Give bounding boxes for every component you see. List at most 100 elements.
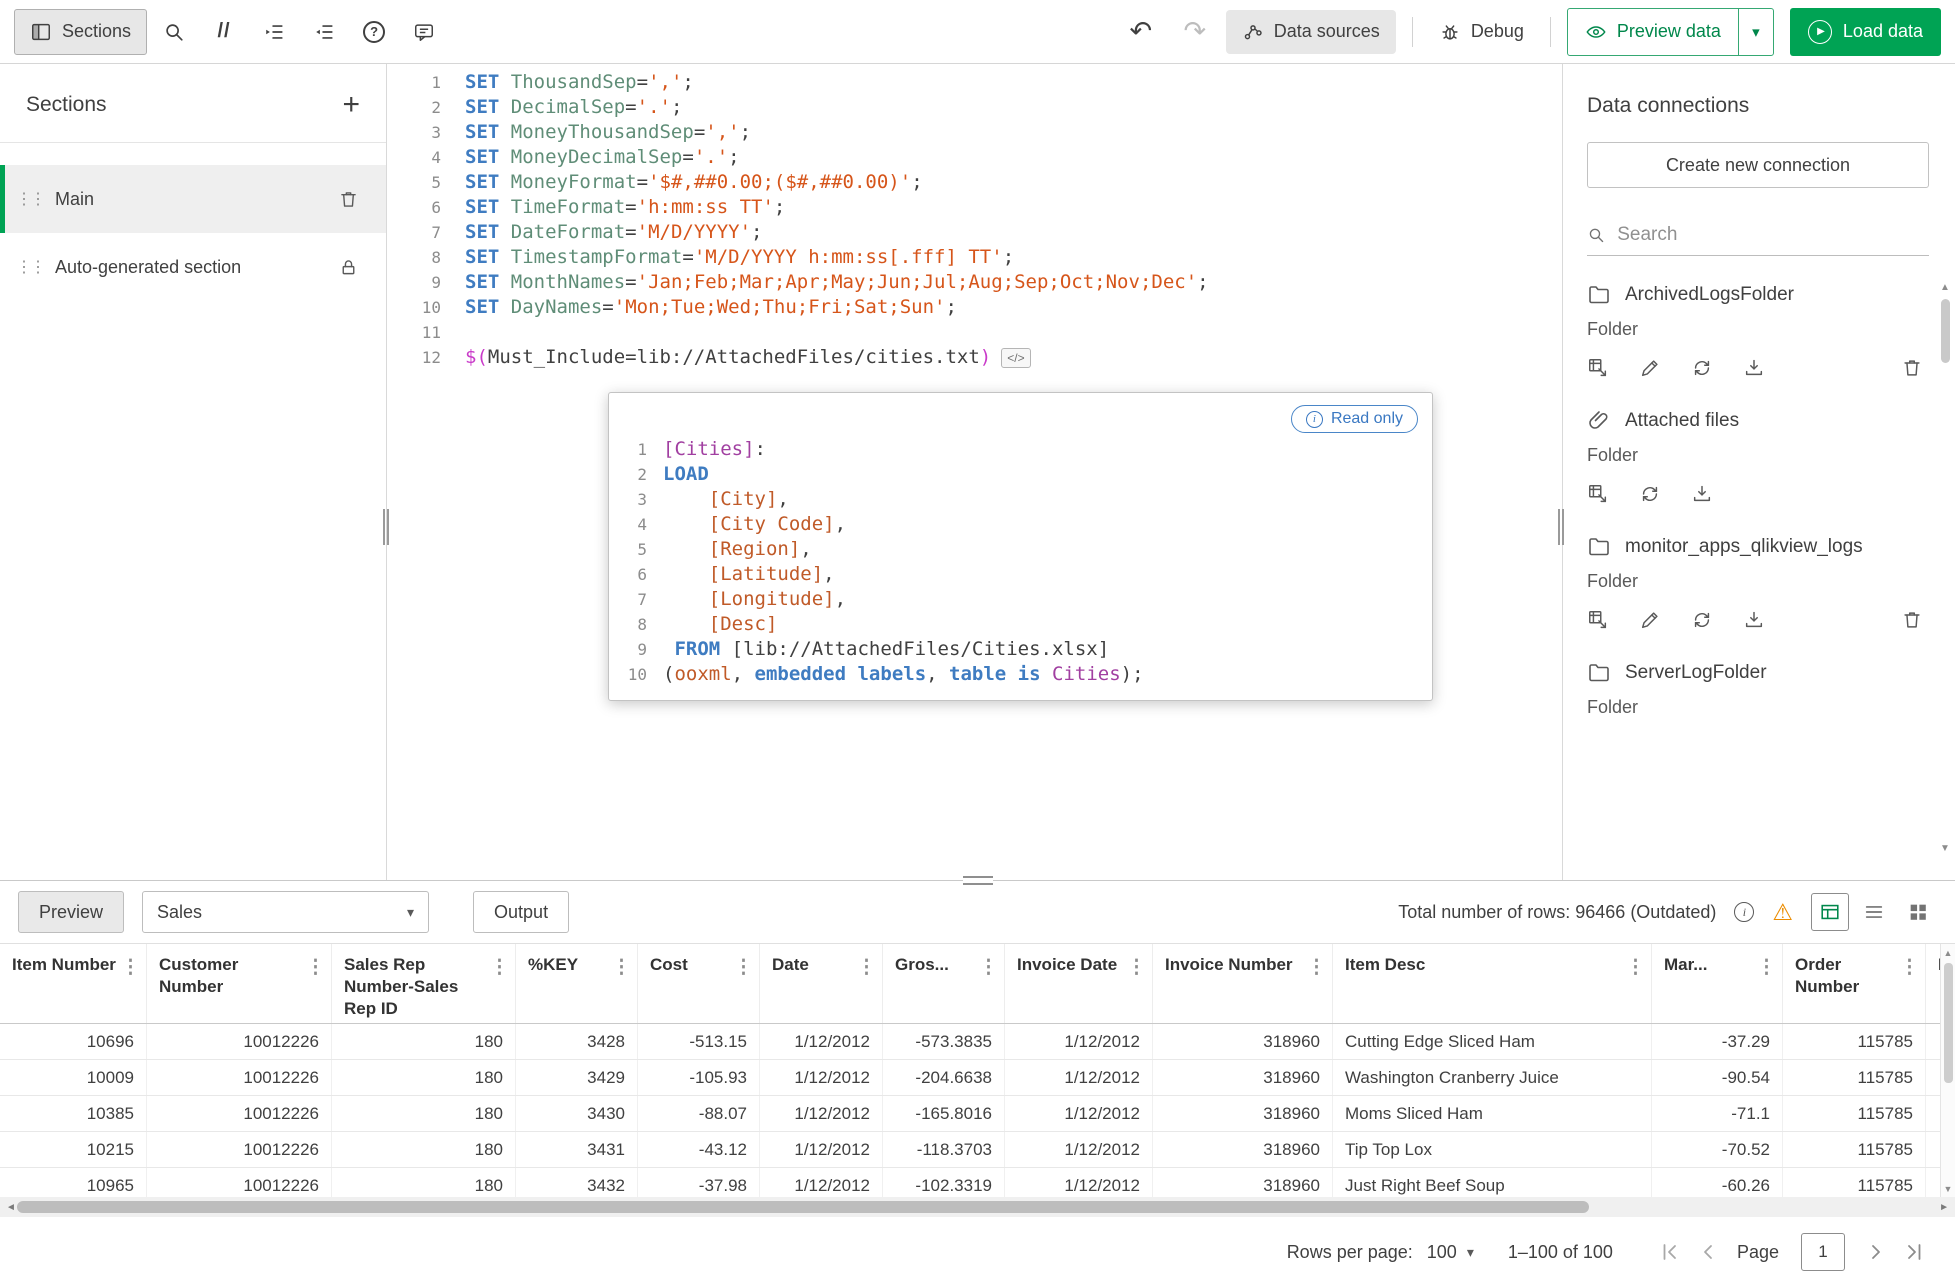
scrollbar-thumb[interactable]	[17, 1201, 1589, 1213]
rows-per-page-select[interactable]: 100 ▾	[1427, 1242, 1474, 1263]
table-row[interactable]: 10696 10012226 180 3428 -513.15 1/12/2012 -573…	[0, 1024, 1955, 1060]
connection-name[interactable]: Attached files	[1625, 406, 1739, 435]
scrollbar-thumb[interactable]	[1940, 299, 1950, 363]
lock-button[interactable]	[338, 255, 362, 279]
table-row[interactable]: 10385 10012226 180 3430 -88.07 1/12/2012 -165.…	[0, 1096, 1955, 1132]
column-menu-icon[interactable]: ⋮	[1900, 956, 1919, 979]
edit-button[interactable]	[1639, 356, 1663, 380]
delete-button[interactable]	[1901, 356, 1925, 380]
column-menu-icon[interactable]: ⋮	[979, 956, 998, 979]
right-splitter-handle[interactable]	[1558, 509, 1564, 545]
scroll-left-icon[interactable]: ◄	[6, 1202, 16, 1213]
column-menu-icon[interactable]: ⋮	[306, 956, 325, 979]
connection-item[interactable]: ArchivedLogsFolder Folder	[1587, 280, 1929, 380]
card-view-button[interactable]	[1899, 893, 1937, 931]
column-header[interactable]: Sales Rep Number-Sales Rep ID ⋮	[332, 944, 516, 1023]
drag-handle-icon[interactable]: ⋮⋮	[5, 257, 55, 277]
load-button[interactable]	[1743, 356, 1767, 380]
table-horizontal-scrollbar[interactable]: ◄ ►	[0, 1197, 1955, 1217]
next-page-button[interactable]	[1861, 1237, 1891, 1267]
column-menu-icon[interactable]: ⋮	[1757, 956, 1776, 979]
table-row[interactable]: 10215 10012226 180 3431 -43.12 1/12/2012 -118.…	[0, 1132, 1955, 1168]
column-menu-icon[interactable]: ⋮	[1626, 956, 1645, 979]
column-menu-icon[interactable]: ⋮	[1307, 956, 1326, 979]
table-row[interactable]: 10965 10012226 180 3432 -37.98 1/12/2012 -102.…	[0, 1168, 1955, 1197]
preview-tab-button[interactable]: Preview	[18, 891, 125, 933]
edit-button[interactable]	[1639, 608, 1663, 632]
drag-handle-icon[interactable]: ⋮⋮	[5, 189, 55, 209]
column-header[interactable]: Item Desc ⋮	[1333, 944, 1652, 1023]
delete-button[interactable]	[1901, 608, 1925, 632]
code-line[interactable]: 2 LOAD	[609, 462, 1432, 487]
table-row[interactable]: 10009 10012226 180 3429 -105.93 1/12/2012 -204…	[0, 1060, 1955, 1096]
table-select[interactable]: Sales ▾	[142, 891, 430, 933]
first-page-button[interactable]	[1655, 1237, 1685, 1267]
page-input[interactable]	[1801, 1233, 1845, 1271]
horizontal-splitter-handle[interactable]	[962, 876, 993, 885]
list-view-button[interactable]	[1855, 893, 1893, 931]
load-button[interactable]	[1691, 482, 1715, 506]
code-line[interactable]: 8 [Desc]	[609, 612, 1432, 637]
output-tab-button[interactable]: Output	[473, 891, 570, 933]
connection-item[interactable]: ServerLogFolder Folder	[1587, 658, 1929, 718]
warning-icon[interactable]: ⚠	[1772, 900, 1793, 924]
info-icon[interactable]: i	[1734, 902, 1755, 922]
column-header[interactable]: Order Number ⋮	[1783, 944, 1926, 1023]
connections-search-input[interactable]	[1617, 223, 1929, 246]
search-button[interactable]	[151, 9, 197, 55]
debug-button[interactable]: Debug	[1429, 10, 1534, 54]
expression-icon[interactable]: </>	[1001, 347, 1031, 368]
connections-scrollbar[interactable]: ▲ ▼	[1938, 282, 1952, 854]
code-line[interactable]: 10 SET DayNames='Mon;Tue;Wed;Thu;Fri;Sat;…	[387, 295, 1562, 320]
table-view-button[interactable]	[1811, 893, 1849, 931]
code-line[interactable]: 5 SET MoneyFormat='$#,##0.00;($#,##0.00)'…	[387, 170, 1562, 195]
column-menu-icon[interactable]: ⋮	[1127, 956, 1146, 979]
sync-button[interactable]	[1691, 608, 1715, 632]
code-line[interactable]: 1 SET ThousandSep=',';	[387, 70, 1562, 95]
section-item[interactable]: ⋮⋮ Main	[0, 165, 386, 233]
column-header[interactable]: Date ⋮	[760, 944, 883, 1023]
column-header[interactable]: Cost ⋮	[638, 944, 760, 1023]
delete-button[interactable]	[338, 187, 362, 211]
code-line[interactable]: 3 [City],	[609, 487, 1432, 512]
script-editor[interactable]: 1 SET ThousandSep=','; 2 SET DecimalSep='.'…	[387, 64, 1562, 880]
column-header[interactable]: %KEY ⋮	[516, 944, 638, 1023]
previous-page-button[interactable]	[1693, 1237, 1723, 1267]
code-line[interactable]: 4 [City Code],	[609, 512, 1432, 537]
column-menu-icon[interactable]: ⋮	[490, 956, 509, 979]
column-header[interactable]: Invoice Date ⋮	[1005, 944, 1153, 1023]
scrollbar-thumb[interactable]	[1943, 963, 1953, 1083]
scroll-down-icon[interactable]: ▼	[1944, 1184, 1953, 1194]
select-data-button[interactable]	[1587, 356, 1611, 380]
preview-data-button[interactable]: Preview data	[1566, 7, 1739, 56]
create-connection-button[interactable]: Create new connection	[1587, 142, 1929, 188]
code-line[interactable]: 2 SET DecimalSep='.';	[387, 95, 1562, 120]
code-line[interactable]: 10 (ooxml, embedded labels, table is Citi…	[609, 662, 1432, 687]
outdent-button[interactable]	[301, 9, 347, 55]
scroll-up-icon[interactable]: ▲	[1944, 948, 1953, 958]
scroll-right-icon[interactable]: ►	[1939, 1202, 1949, 1213]
add-section-button[interactable]: +	[342, 90, 360, 120]
code-line[interactable]: 5 [Region],	[609, 537, 1432, 562]
scroll-up-icon[interactable]: ▲	[1940, 282, 1950, 293]
load-button[interactable]	[1743, 608, 1767, 632]
connection-item[interactable]: Attached files Folder	[1587, 406, 1929, 506]
code-line[interactable]: 8 SET TimestampFormat='M/D/YYYY h:mm:ss[.…	[387, 245, 1562, 270]
code-line[interactable]: 3 SET MoneyThousandSep=',';	[387, 120, 1562, 145]
preview-data-dropdown-button[interactable]: ▾	[1737, 7, 1774, 56]
code-line[interactable]: 4 SET MoneyDecimalSep='.';	[387, 145, 1562, 170]
code-line[interactable]: 9 SET MonthNames='Jan;Feb;Mar;Apr;May;Jun…	[387, 270, 1562, 295]
column-header[interactable]: Invoice Number ⋮	[1153, 944, 1333, 1023]
load-data-button[interactable]: ▶ Load data	[1789, 7, 1941, 56]
column-menu-icon[interactable]: ⋮	[612, 956, 631, 979]
select-data-button[interactable]	[1587, 482, 1611, 506]
column-header[interactable]: Item Number ⋮	[0, 944, 147, 1023]
code-line[interactable]: 7 SET DateFormat='M/D/YYYY';	[387, 220, 1562, 245]
code-line[interactable]: 12 $(Must_Include=lib://AttachedFiles/cit…	[387, 345, 1562, 370]
sections-toggle-button[interactable]: Sections	[14, 8, 148, 55]
help-button[interactable]: ?	[351, 9, 397, 55]
sync-button[interactable]	[1691, 356, 1715, 380]
column-menu-icon[interactable]: ⋮	[857, 956, 876, 979]
redo-button[interactable]: ↷	[1172, 9, 1218, 55]
code-line[interactable]: 11	[387, 320, 1562, 345]
